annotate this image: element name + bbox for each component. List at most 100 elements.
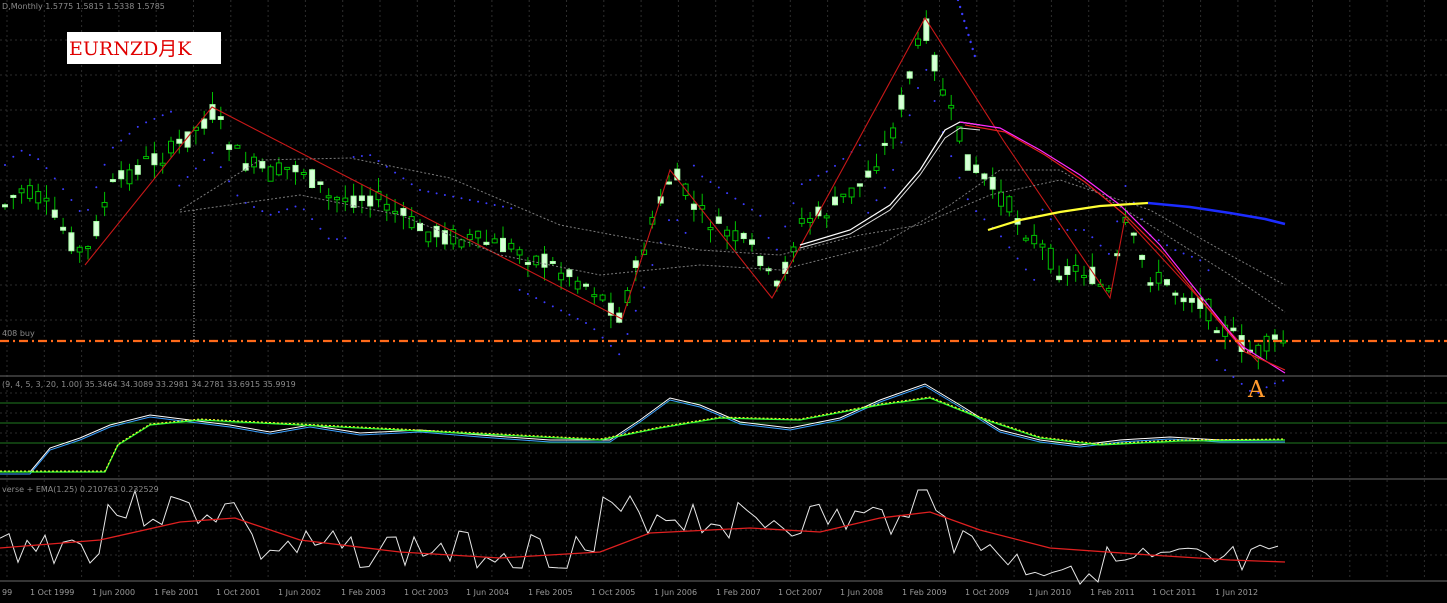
sar-dot [62,188,65,191]
sar-dot [892,168,895,171]
candle-body [906,71,913,79]
candle-body [2,204,8,208]
sar-dot [1282,379,1285,382]
candle-body [101,202,108,208]
sar-dot [518,288,521,291]
x-tick-label: 1 Oct 2003 [404,588,448,597]
candle-body [367,195,374,207]
candle-body [1006,196,1013,213]
sar-dot [535,297,538,300]
sar-dot [1083,229,1085,231]
sar-dot [925,68,928,71]
candle-body [408,216,415,229]
candle-body [1105,287,1112,292]
sar-dot [452,195,455,198]
sar-dot [875,199,878,202]
candle-body [300,171,307,175]
candle-body [143,156,150,160]
candle-body [491,238,498,244]
sar-dot [883,186,886,189]
candle-body [674,168,681,181]
sar-dot [1224,369,1227,372]
x-tick-label: 1 Feb 2003 [341,588,386,597]
candle-body [715,216,722,224]
sar-dot [1066,229,1069,231]
sar-dot [427,190,430,193]
sar-dot [53,177,56,180]
sar-dot [28,153,31,156]
sar-dot [236,194,239,197]
sar-dot [1265,386,1268,389]
sar-dot [543,301,546,304]
candle-body [574,280,581,290]
sar-dot [327,237,330,240]
candle-body [533,255,540,266]
sar-dot [460,197,463,200]
sar-dot [1033,278,1036,281]
candle-body [1188,297,1195,303]
sar-dot [402,177,405,180]
candle-body [865,170,872,178]
sar-dot [601,336,604,339]
candle-body [881,142,888,146]
x-tick-label: 1 Jun 2008 [840,588,883,597]
sar-dot [585,322,587,324]
sar-dot [900,141,903,144]
sar-dot [1116,220,1119,223]
sar-dot [1099,244,1102,247]
candle-body [1056,275,1063,281]
candle-body [1147,282,1154,286]
sar-dot [651,263,654,266]
sar-dot [709,181,712,183]
candle-body [583,283,589,287]
candle-body [964,154,971,171]
sar-dot [963,19,966,23]
sar-dot [842,157,845,160]
candle-body [840,193,847,198]
sar-dot [975,210,978,213]
candle-body [259,161,266,169]
candle-body [1213,330,1220,334]
sar-dot [692,164,695,167]
candle-body [226,144,233,150]
sar-dot [360,155,363,158]
x-tick-label: 1 Feb 2005 [528,588,573,597]
time-axis: 99 1 Oct 1999 1 Jun 2000 1 Feb 2001 1 Oct 20… [2,588,1258,597]
sar-dot [958,176,961,179]
sar-dot [1199,259,1202,262]
x-tick-label: 1 Jun 2000 [92,588,135,597]
candle-body [1238,335,1245,353]
x-tick-label: 1 Oct 2009 [965,588,1009,597]
sar-dot [302,208,305,211]
candle-body [1039,243,1046,248]
sar-dot [95,186,98,189]
sar-dot [352,156,355,159]
sar-dot [435,192,438,195]
candle-body [989,176,996,190]
sar-dot [502,205,504,208]
support-label: 408 buy [2,329,35,338]
candle-body [10,194,17,198]
candle-body [757,255,764,267]
x-tick-label: 99 [2,588,12,597]
sar-dot [767,236,770,239]
sar-dot [867,211,870,214]
main-header-text: D,Monthly 1.5775 1.5815 1.5338 1.5785 [2,2,165,11]
candle-body [151,153,158,166]
sar-dot [643,286,646,289]
candle-body [915,38,921,46]
candle-body [690,203,697,210]
sar-dot [377,159,380,162]
candle-body [732,230,739,242]
candle-body [632,260,639,268]
sar-dot [593,328,596,331]
candle-body [856,183,863,187]
candle-body [998,191,1004,207]
candle-body [1081,274,1087,278]
sar-dot [111,146,114,149]
x-tick-label: 1 Oct 2001 [216,588,260,597]
sar-dot [419,189,421,191]
sar-dot [1273,382,1276,385]
sar-dot [1157,239,1160,242]
sar-dot [286,208,289,211]
